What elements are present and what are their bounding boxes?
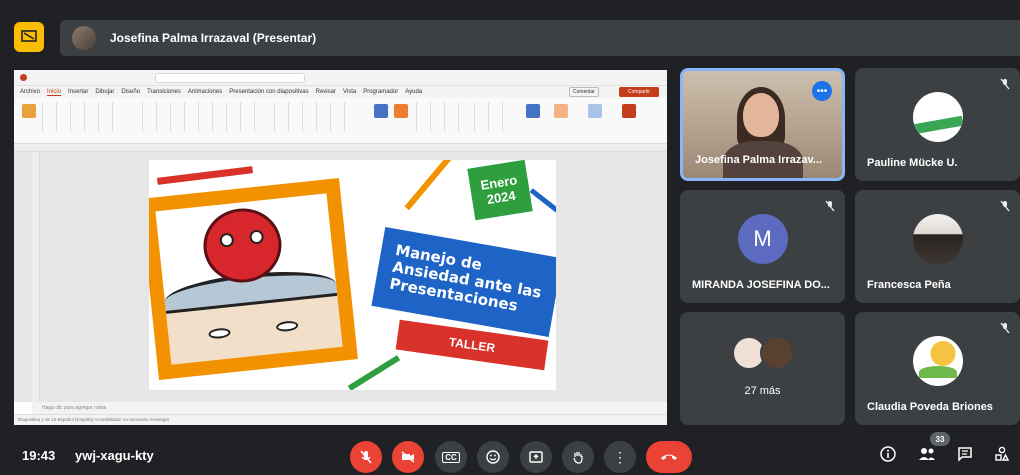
participant-name: MIRANDA JOSEFINA DO...: [692, 279, 830, 291]
activities-button[interactable]: [994, 446, 1010, 467]
people-icon: [919, 448, 935, 460]
participant-name: Josefina Palma Irrazav...: [695, 154, 822, 166]
notes-pane[interactable]: Haga clic para agregar notas: [32, 402, 667, 414]
meeting-details-button[interactable]: [880, 446, 896, 467]
avatar: [912, 214, 963, 264]
presenter-bar[interactable]: Josefina Palma Irrazaval (Presentar): [60, 20, 1020, 56]
captions-button[interactable]: CC: [435, 441, 467, 473]
participant-name: Claudia Poveda Briones: [867, 401, 993, 413]
shared-screen: Archivo Inicio Insertar Dibujar Diseño T…: [14, 70, 667, 425]
mic-off-icon: [1000, 200, 1010, 215]
more-options-button[interactable]: ⋮: [604, 441, 636, 473]
activities-icon: [995, 446, 1010, 461]
participant-tile-claudia[interactable]: Claudia Poveda Briones: [855, 312, 1020, 425]
meeting-code: ywj-xagu-kty: [75, 448, 154, 463]
people-button[interactable]: [918, 446, 936, 467]
avatar: [912, 336, 963, 386]
participant-tile-francesca[interactable]: Francesca Peña: [855, 190, 1020, 303]
more-vert-icon: ⋮: [613, 449, 627, 465]
mic-off-icon: [1000, 78, 1010, 93]
dictate-icon[interactable]: [526, 104, 540, 118]
menu-archivo[interactable]: Archivo: [20, 89, 40, 95]
present-now-button[interactable]: [520, 441, 552, 473]
info-icon: [880, 446, 896, 462]
addins-icon[interactable]: [554, 104, 568, 118]
menu-dibujar[interactable]: Dibujar: [95, 89, 114, 95]
chat-button[interactable]: [957, 446, 973, 467]
emoji-icon: [486, 450, 500, 464]
participant-tile-josefina[interactable]: ••• Josefina Palma Irrazav...: [680, 68, 845, 181]
green-pencil-decoration: [347, 355, 401, 390]
share-button[interactable]: Compartir: [619, 87, 659, 97]
powerpoint-logo-icon: [20, 74, 27, 81]
menu-transiciones[interactable]: Transiciones: [147, 89, 181, 95]
paste-icon[interactable]: [22, 104, 36, 118]
powerpoint-titlebar: [14, 70, 667, 86]
powerpoint-ribbon: [14, 98, 667, 144]
reactions-button[interactable]: [477, 441, 509, 473]
camera-off-icon: [401, 451, 415, 463]
slide-subtitle: TALLER: [448, 334, 496, 356]
participant-tile-more[interactable]: 27 más: [680, 312, 845, 425]
slide-canvas: Enero 2024 Manejo de Ansiedad ante las P…: [14, 152, 667, 402]
orange-pencil-decoration: [404, 160, 452, 211]
presenter-name: Josefina Palma Irrazaval (Presentar): [110, 31, 317, 45]
illustration-frame: [149, 178, 358, 380]
menu-ayuda[interactable]: Ayuda: [405, 89, 422, 95]
red-pencil-decoration: [156, 166, 254, 185]
more-participants-count: 27 más: [744, 385, 781, 397]
hand-icon: [573, 452, 583, 464]
participant-name: Pauline Mücke U.: [867, 157, 958, 169]
leave-call-button[interactable]: [646, 441, 692, 473]
menu-inicio[interactable]: Inicio: [47, 89, 62, 96]
comments-button[interactable]: Comentar: [569, 87, 599, 97]
copilot-icon[interactable]: [622, 104, 636, 118]
avatar: M: [737, 214, 788, 264]
arrange-icon[interactable]: [394, 104, 408, 118]
mic-off-icon: [360, 450, 372, 464]
vertical-ruler: [32, 152, 40, 402]
microphone-toggle-button[interactable]: [350, 441, 382, 473]
presenter-avatar: [72, 26, 96, 50]
menu-programador[interactable]: Programador: [363, 89, 398, 95]
powerpoint-status-bar: Diapositiva 1 de 15 Español (España) Acc…: [14, 414, 667, 425]
present-screen-icon: [21, 30, 37, 42]
designer-icon[interactable]: [588, 104, 602, 118]
shapes-icon[interactable]: [374, 104, 388, 118]
more-options-icon[interactable]: •••: [812, 81, 832, 101]
horizontal-ruler: [14, 144, 667, 152]
camera-toggle-button[interactable]: [392, 441, 424, 473]
menu-presentacion[interactable]: Presentación con diapositivas: [229, 89, 308, 95]
mic-off-icon: [1000, 322, 1010, 337]
participant-count-badge: 33: [930, 432, 950, 446]
participant-name: Francesca Peña: [867, 279, 951, 291]
powerpoint-search-box[interactable]: [155, 72, 305, 83]
participant-tile-miranda[interactable]: M MIRANDA JOSEFINA DO...: [680, 190, 845, 303]
captions-icon: CC: [442, 451, 460, 463]
menu-vista[interactable]: Vista: [343, 89, 356, 95]
raise-hand-button[interactable]: [562, 441, 594, 473]
clock: 19:43: [22, 448, 56, 463]
chat-icon: [958, 447, 972, 462]
grouped-avatars: [731, 336, 794, 370]
date-badge: Enero 2024: [467, 160, 533, 221]
avatar: [912, 92, 963, 142]
blue-pencil-decoration: [529, 188, 556, 217]
menu-diseno[interactable]: Diseño: [121, 89, 140, 95]
hang-up-icon: [661, 454, 677, 460]
present-icon: [529, 451, 543, 463]
slide[interactable]: Enero 2024 Manejo de Ansiedad ante las P…: [149, 160, 556, 390]
menu-insertar[interactable]: Insertar: [68, 89, 88, 95]
menu-animaciones[interactable]: Animaciones: [188, 89, 222, 95]
mic-off-icon: [825, 200, 835, 215]
meeting-controls-bar: 19:43 ywj-xagu-kty CC ⋮: [0, 430, 1020, 475]
powerpoint-menu-bar: Archivo Inicio Insertar Dibujar Diseño T…: [14, 86, 667, 98]
participant-tile-pauline[interactable]: Pauline Mücke U.: [855, 68, 1020, 181]
menu-revisar[interactable]: Revisar: [316, 89, 336, 95]
presenting-indicator[interactable]: [14, 22, 44, 52]
avatar: [759, 336, 794, 370]
date-badge-year: 2024: [485, 187, 517, 208]
top-bar: Josefina Palma Irrazaval (Presentar): [0, 0, 1020, 64]
